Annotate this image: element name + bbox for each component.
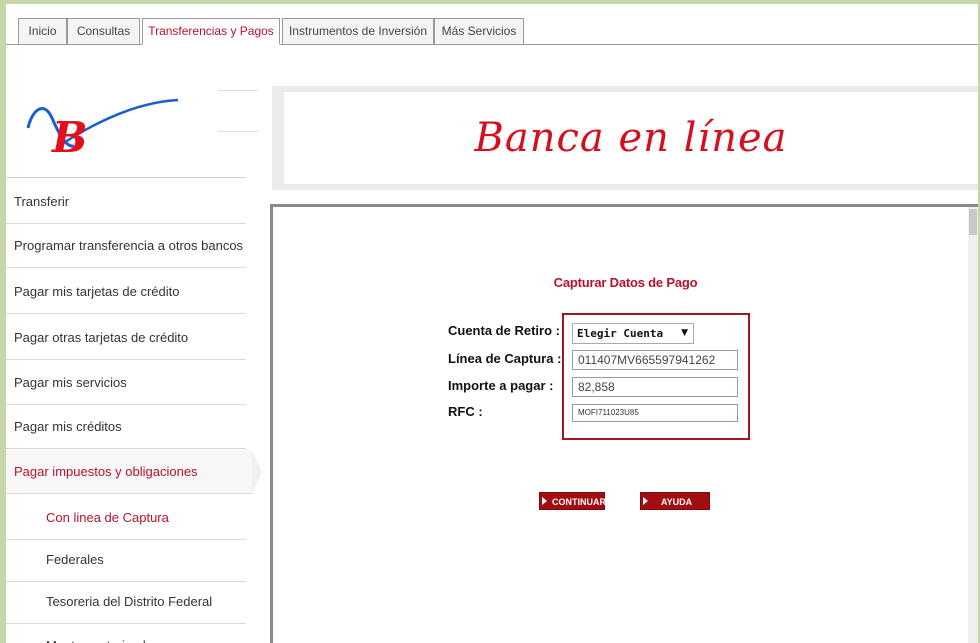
ayuda-button[interactable]: AYUDA	[640, 492, 710, 510]
tab-instrumentos-de-inversion[interactable]: Instrumentos de Inversión	[282, 18, 434, 45]
browser-frame: Inicio Consultas Transferencias y Pagos …	[6, 4, 978, 643]
banner: Banca en línea	[272, 86, 978, 190]
sidebar-item-transferir[interactable]: Transferir	[6, 180, 246, 224]
sidebar-subitem-montos-autorizados[interactable]: Montos autorizados	[6, 624, 246, 643]
tab-inicio[interactable]: Inicio	[18, 18, 67, 45]
sidebar-item-pagar-mis-tarjetas[interactable]: Pagar mis tarjetas de crédito	[6, 270, 246, 314]
logo-divider	[6, 177, 246, 178]
banner-title: Banca en línea	[474, 115, 788, 161]
sidebar-item-pagar-mis-servicios[interactable]: Pagar mis servicios	[6, 361, 246, 405]
rfc-label: RFC :	[448, 404, 483, 419]
importe-a-pagar-input[interactable]: 82,858	[572, 377, 738, 397]
sidebar-subitem-con-linea-de-captura[interactable]: Con linea de Captura	[6, 496, 246, 540]
sidebar-item-programar-transferencia[interactable]: Programar transferencia a otros bancos	[6, 224, 246, 268]
sidebar-subitem-tesoreria-df[interactable]: Tesoreria del Distrito Federal	[6, 580, 246, 624]
continuar-label: CONTINUAR	[552, 497, 606, 507]
cuenta-de-retiro-select[interactable]: Elegir Cuenta ▼	[572, 323, 694, 344]
tab-transferencias-y-pagos[interactable]: Transferencias y Pagos	[142, 18, 280, 45]
importe-a-pagar-label: Importe a pagar :	[448, 378, 554, 393]
tab-consultas[interactable]: Consultas	[67, 18, 140, 45]
play-arrow-icon	[542, 497, 547, 505]
active-item-arrow-icon	[252, 450, 262, 494]
sidebar-item-pagar-mis-creditos[interactable]: Pagar mis créditos	[6, 405, 246, 449]
linea-de-captura-input[interactable]: 011407MV665597941262	[572, 350, 738, 370]
play-arrow-icon	[643, 497, 648, 505]
main-content-panel: Capturar Datos de Pago Cuenta de Retiro …	[270, 204, 978, 643]
linea-de-captura-label: Línea de Captura :	[448, 351, 562, 366]
ayuda-label: AYUDA	[661, 497, 693, 507]
sidebar-item-pagar-otras-tarjetas[interactable]: Pagar otras tarjetas de crédito	[6, 316, 246, 360]
bank-logo-icon: B	[26, 98, 179, 162]
sidebar: B Transferir Programar transferencia a o…	[6, 48, 264, 643]
top-tab-bar: Inicio Consultas Transferencias y Pagos …	[6, 4, 978, 48]
svg-text:B: B	[51, 113, 88, 162]
cuenta-de-retiro-label: Cuenta de Retiro :	[448, 323, 560, 338]
continuar-button[interactable]: CONTINUAR	[539, 492, 606, 510]
sidebar-subitem-federales[interactable]: Federales	[6, 538, 246, 582]
chevron-down-icon: ▼	[681, 328, 688, 338]
form-title: Capturar Datos de Pago	[553, 275, 698, 290]
cuenta-select-value: Elegir Cuenta	[577, 327, 664, 340]
rfc-input[interactable]: MOFI711023U85	[572, 404, 738, 422]
sidebar-item-pagar-impuestos[interactable]: Pagar impuestos y obligaciones	[6, 450, 252, 494]
highlight-box: Elegir Cuenta ▼ 011407MV665597941262 82,…	[562, 313, 750, 440]
vertical-scrollbar[interactable]	[968, 207, 978, 643]
scrollbar-thumb[interactable]	[969, 209, 977, 235]
tab-mas-servicios[interactable]: Más Servicios	[434, 18, 524, 45]
